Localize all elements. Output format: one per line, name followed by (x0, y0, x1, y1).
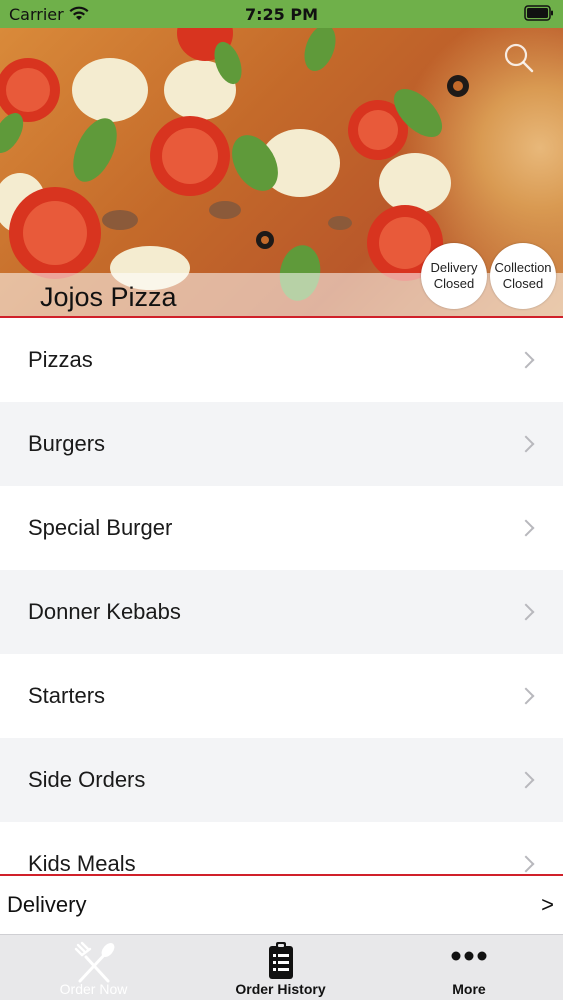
category-label: Kids Meals (28, 851, 136, 874)
category-label: Side Orders (28, 767, 146, 792)
category-label: Burgers (28, 431, 106, 456)
tab-order-history[interactable]: Order History (187, 935, 374, 1001)
status-bar: Carrier 7:25 PM (0, 0, 563, 28)
chevron-right-icon (517, 771, 535, 789)
category-row-kids-meals[interactable]: Kids Meals (0, 822, 563, 874)
tab-label: More (452, 981, 486, 997)
category-label: Donner Kebabs (28, 599, 181, 624)
tab-more[interactable]: More (375, 935, 563, 1001)
tab-bar: Order Now Order History More (0, 934, 563, 1000)
category-label: Starters (28, 683, 106, 708)
tab-order-now[interactable]: Order Now (0, 935, 187, 1001)
category-label: Special Burger (28, 515, 173, 540)
shop-title: Jojos Pizza (40, 282, 177, 312)
ellipsis-icon (451, 949, 487, 967)
clipboard-list-icon (267, 941, 295, 986)
delivery-badge-line1: Delivery (430, 260, 478, 275)
battery-icon (524, 5, 554, 25)
search-button[interactable] (503, 42, 535, 74)
tab-label: Order Now (59, 981, 128, 997)
category-row-burgers[interactable]: Burgers (0, 402, 563, 486)
category-list: Pizzas Burgers Special Burger Donner Keb… (0, 318, 563, 874)
magnifier-icon (503, 43, 535, 78)
clock: 7:25 PM (244, 5, 318, 24)
delivery-status-badge: Delivery Closed (421, 243, 487, 309)
collection-badge-line2: Closed (502, 276, 544, 291)
tab-label: Order History (235, 981, 326, 997)
chevron-right-icon (517, 603, 535, 621)
chevron-right-icon (517, 351, 535, 369)
delivery-mode-label: Delivery (7, 892, 87, 917)
category-row-starters[interactable]: Starters (0, 654, 563, 738)
collection-badge-line1: Collection (494, 260, 552, 275)
category-row-side-orders[interactable]: Side Orders (0, 738, 563, 822)
delivery-mode-bar[interactable]: Delivery > (0, 874, 563, 934)
category-row-donner-kebabs[interactable]: Donner Kebabs (0, 570, 563, 654)
chevron-right-icon: > (541, 892, 554, 917)
collection-status-badge: Collection Closed (490, 243, 556, 309)
chevron-right-icon (517, 855, 535, 873)
chevron-right-icon (517, 519, 535, 537)
delivery-badge-line2: Closed (433, 276, 475, 291)
category-row-special-burger[interactable]: Special Burger (0, 486, 563, 570)
chevron-right-icon (517, 435, 535, 453)
chevron-right-icon (517, 687, 535, 705)
category-row-pizzas[interactable]: Pizzas (0, 318, 563, 402)
category-label: Pizzas (28, 347, 93, 372)
